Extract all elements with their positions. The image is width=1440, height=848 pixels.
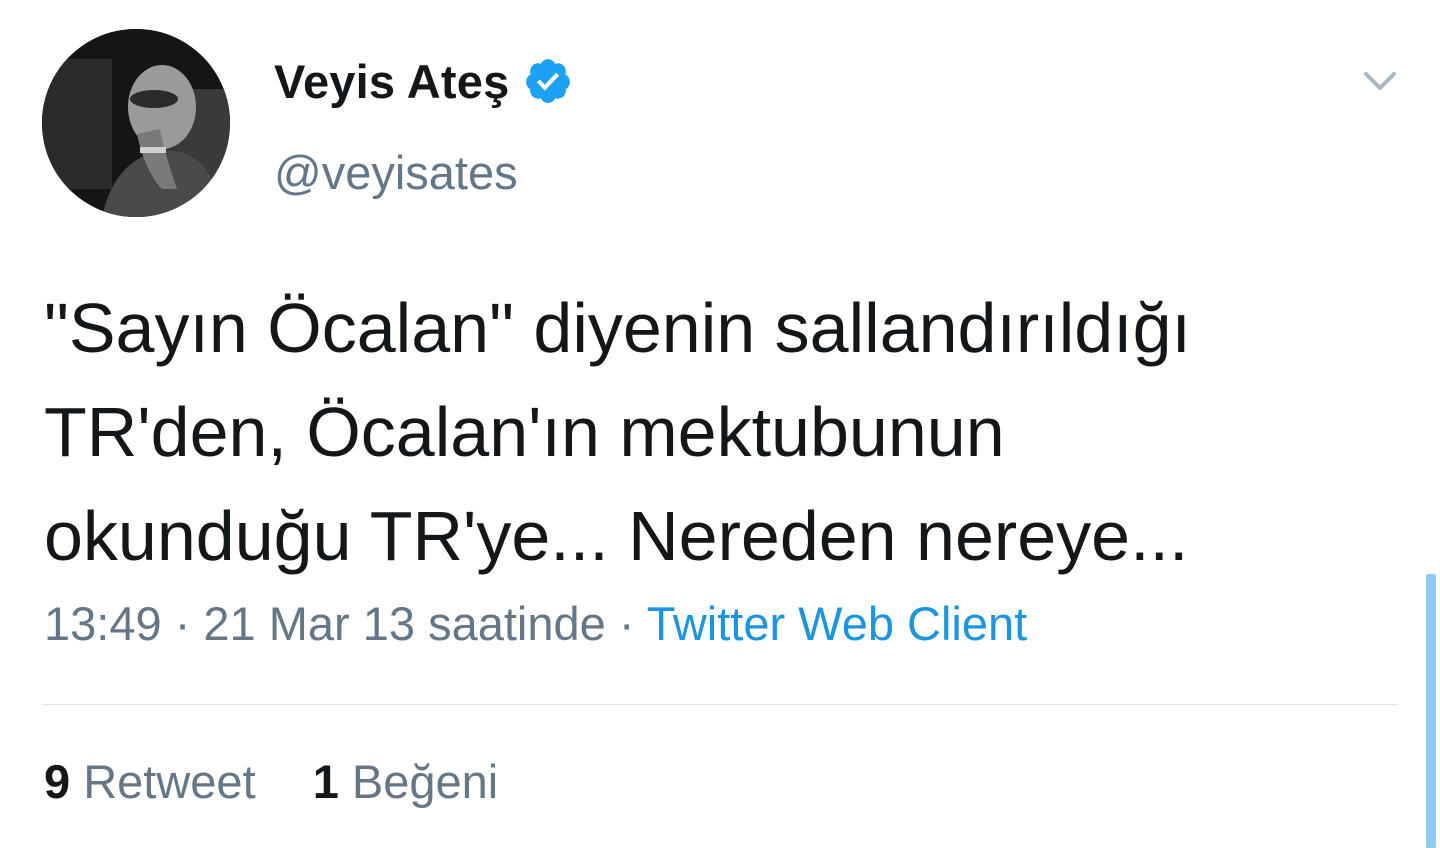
retweet-count: 9 xyxy=(44,755,71,808)
user-handle[interactable]: @veyisates xyxy=(274,145,518,200)
retweet-stat[interactable]: 9 Retweet xyxy=(44,754,256,809)
like-count: 1 xyxy=(312,755,339,808)
tweet-stats: 9 Retweet 1 Beğeni xyxy=(44,754,498,809)
tweet-metadata: 13:49 · 21 Mar 13 saatinde · Twitter Web… xyxy=(44,596,1027,651)
chevron-down-icon[interactable] xyxy=(1356,62,1404,102)
tweet-source-link[interactable]: Twitter Web Client xyxy=(647,597,1027,650)
verified-badge-icon xyxy=(523,56,573,106)
avatar-image xyxy=(42,29,230,217)
tweet-date[interactable]: 21 Mar 13 saatinde xyxy=(203,597,605,650)
meta-separator: · xyxy=(174,597,191,650)
like-label: Beğeni xyxy=(351,755,499,808)
like-stat[interactable]: 1 Beğeni xyxy=(313,754,499,809)
avatar[interactable] xyxy=(42,29,230,217)
tweet-text-line: "Sayın Öcalan" diyenin sallandırıldığı xyxy=(44,289,1192,367)
divider xyxy=(42,704,1398,705)
meta-separator: · xyxy=(618,597,635,650)
tweet-card: Veyis Ateş @veyisates "Sayın Öcalan" diy… xyxy=(0,0,1440,848)
tweet-time[interactable]: 13:49 xyxy=(44,597,162,650)
scrollbar[interactable] xyxy=(1426,574,1436,848)
tweet-text: "Sayın Öcalan" diyenin sallandırıldığı T… xyxy=(44,276,1404,588)
display-name[interactable]: Veyis Ateş xyxy=(274,54,509,109)
retweet-label: Retweet xyxy=(83,755,256,808)
display-name-row[interactable]: Veyis Ateş xyxy=(274,50,573,112)
tweet-text-line: okunduğu TR'ye... Nereden nereye... xyxy=(44,497,1189,575)
tweet-text-line: TR'den, Öcalan'ın mektubunun xyxy=(44,393,1005,471)
